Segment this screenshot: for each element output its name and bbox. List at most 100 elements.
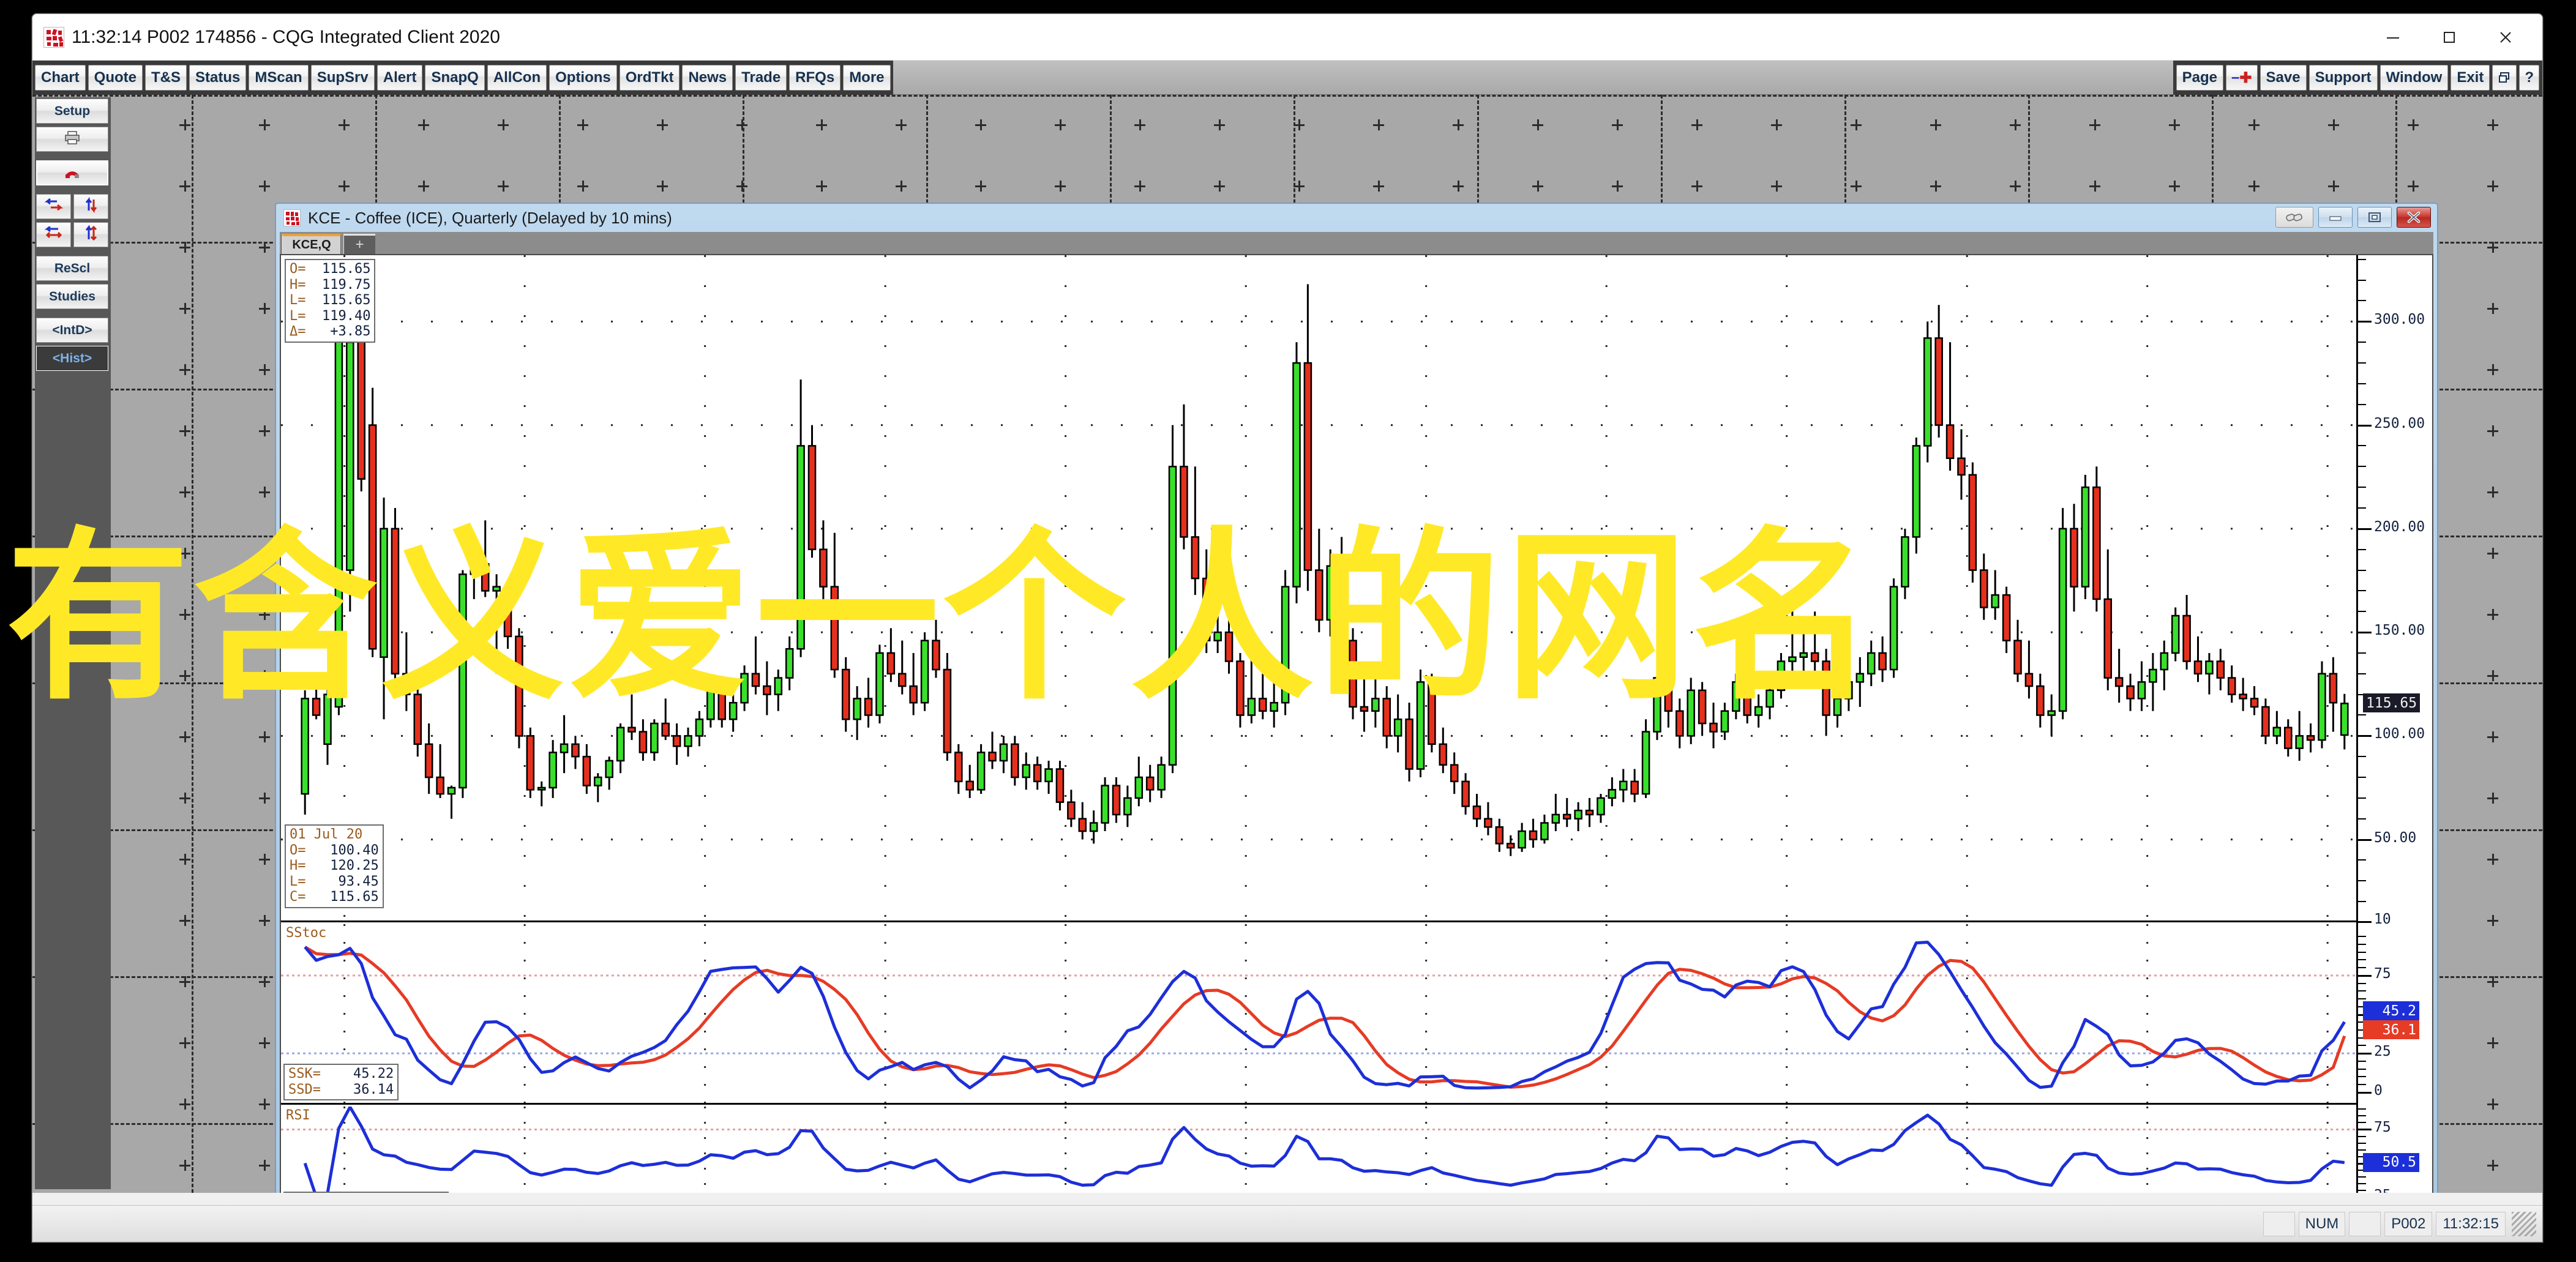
- desktop-grid-mark: [259, 854, 270, 865]
- toolbar-button-chart[interactable]: Chart: [35, 65, 86, 91]
- sidebar-item-intraday[interactable]: <IntD>: [36, 318, 108, 343]
- toolbar-button-quote[interactable]: Quote: [88, 65, 143, 91]
- close-icon[interactable]: [2397, 207, 2431, 228]
- price-axis-minor-tick: [2358, 652, 2366, 654]
- chart-canvas[interactable]: O= 115.65 H= 119.75 L= 115.65 L= 119.40 …: [280, 254, 2433, 1193]
- rsi-axis-minor-tick: [2358, 1176, 2366, 1178]
- desktop-grid-mark: [2089, 181, 2100, 192]
- toolbar-button-more[interactable]: More: [843, 65, 891, 91]
- zoom-minus-plus-icon[interactable]: – ✚: [2226, 65, 2258, 91]
- status-cell-blank-2: [2349, 1211, 2381, 1236]
- price-axis-minor-tick: [2358, 445, 2366, 447]
- sidebar-item-scroll-vertical[interactable]: [73, 194, 108, 219]
- desktop-grid-mark: [1771, 119, 1782, 130]
- desktop-grid-mark: [2089, 119, 2100, 130]
- sidebar-item-rescl[interactable]: ReScl: [36, 256, 108, 281]
- desktop-grid-mark: [2487, 181, 2498, 192]
- desktop-grid-mark: [1453, 181, 1464, 192]
- cqg-logo-icon: [283, 209, 301, 226]
- desktop-grid-mark: [2328, 181, 2339, 192]
- price-axis-tick: [2358, 632, 2372, 634]
- desktop-grid-mark: [2487, 609, 2498, 620]
- toolbar-button-support[interactable]: Support: [2308, 65, 2378, 91]
- price-axis[interactable]: 300.00 250.00 200.00 150.00 100.00 50.00 10 115…: [2356, 255, 2432, 1193]
- toolbar-button-trade[interactable]: Trade: [735, 65, 787, 91]
- sidebar-item-historical[interactable]: <Hist>: [36, 346, 108, 371]
- sidebar-item-setup[interactable]: Setup: [36, 99, 108, 124]
- price-axis-minor-tick: [2358, 466, 2366, 468]
- rsi-axis-minor-tick: [2358, 1135, 2366, 1137]
- toolbar-button-options[interactable]: Options: [549, 65, 617, 91]
- desktop-grid-mark: [259, 548, 270, 559]
- stochastic-panel-label: SStoc: [286, 925, 327, 941]
- sidebar-item-compress-vertical[interactable]: [73, 222, 108, 247]
- toolbar-button-exit[interactable]: Exit: [2451, 65, 2490, 91]
- desktop-grid-mark: [259, 425, 270, 436]
- toolbar-button-rfqs[interactable]: RFQs: [789, 65, 841, 91]
- cursor-high-label: H=: [290, 858, 306, 874]
- restore-icon[interactable]: [2357, 207, 2392, 228]
- link-icon[interactable]: [2275, 207, 2313, 228]
- rsi-axis-minor-tick: [2358, 1142, 2366, 1144]
- price-axis-minor-tick: [2358, 673, 2366, 674]
- resize-grip[interactable]: [2512, 1211, 2536, 1236]
- cascade-windows-icon[interactable]: [2492, 65, 2517, 91]
- price-plot-panel[interactable]: O= 115.65 H= 119.75 L= 115.65 L= 119.40 …: [281, 255, 2356, 922]
- stochastic-axis-minor-tick: [2358, 1083, 2366, 1085]
- toolbar-button-ts[interactable]: T&S: [145, 65, 187, 91]
- quote-low-label: L=: [290, 293, 306, 308]
- toolbar-right-group: Page – ✚ Save Support Window Exit ?: [2173, 61, 2542, 95]
- maximize-icon[interactable]: [2421, 18, 2477, 57]
- chart-tab-strip: KCE,Q +: [280, 232, 2433, 254]
- sidebar-item-print[interactable]: [36, 127, 108, 152]
- toolbar-button-supsrv[interactable]: SupSrv: [310, 65, 375, 91]
- toolbar-button-snapq[interactable]: SnapQ: [425, 65, 485, 91]
- ssd-label: SSD=: [288, 1081, 321, 1097]
- add-chart-tab-button[interactable]: +: [343, 234, 375, 254]
- desktop-grid-mark: [259, 915, 270, 926]
- cursor-close-value: 115.65: [330, 889, 379, 905]
- rsi-axis-label: 25: [2374, 1187, 2391, 1193]
- stochastic-axis-minor-tick: [2358, 1060, 2366, 1062]
- chart-tab-kce-q[interactable]: KCE,Q: [282, 234, 341, 254]
- desktop-grid-mark: [179, 425, 190, 436]
- help-icon[interactable]: ?: [2519, 65, 2539, 91]
- sidebar-item-compress-horizontal[interactable]: [36, 222, 71, 247]
- toolbar-button-save[interactable]: Save: [2260, 65, 2307, 91]
- toolbar-button-allcon[interactable]: AllCon: [487, 65, 547, 91]
- desktop-grid-mark: [657, 181, 668, 192]
- minimize-icon[interactable]: [2318, 207, 2353, 228]
- toolbar-button-status[interactable]: Status: [189, 65, 247, 91]
- desktop-grid-mark: [1453, 119, 1464, 130]
- chart-window-title-bar[interactable]: KCE - Coffee (ICE), Quarterly (Delayed b…: [276, 204, 2437, 232]
- mdi-client-area: Setup ReScl Studies <IntD> <Hist> KCE - …: [32, 95, 2542, 1193]
- desktop-grid-mark: [1373, 119, 1384, 130]
- toolbar-button-news[interactable]: News: [682, 65, 733, 91]
- quote-delta-label: Δ=: [290, 324, 306, 340]
- desktop-grid-mark: [975, 119, 986, 130]
- quote-last-value: 119.40: [322, 308, 371, 324]
- arrows-horizontal-compress-icon: [44, 225, 63, 244]
- sidebar-item-scroll-horizontal[interactable]: [36, 194, 71, 219]
- sidebar-item-magnet[interactable]: [36, 160, 108, 185]
- toolbar-button-page[interactable]: Page: [2176, 65, 2224, 91]
- toolbar-button-mscan[interactable]: MScan: [249, 65, 309, 91]
- sidebar-row-arrows-1: [36, 194, 110, 222]
- desktop-grid-mark: [2487, 487, 2498, 498]
- status-cell-blank-1: [2263, 1211, 2295, 1236]
- rsi-plot-panel[interactable]: RSI: [281, 1107, 2356, 1193]
- close-icon[interactable]: [2477, 18, 2534, 57]
- minimize-icon[interactable]: [2365, 18, 2421, 57]
- desktop-grid-mark: [1851, 119, 1862, 130]
- desktop-grid-mark: [179, 1037, 190, 1048]
- stochastic-plot-panel[interactable]: SStoc SSK= 45.22 SSD= 36.14: [281, 924, 2356, 1105]
- toolbar-button-ordtkt[interactable]: OrdTkt: [619, 65, 680, 91]
- price-axis-minor-tick: [2358, 279, 2366, 281]
- sidebar-item-studies[interactable]: Studies: [36, 284, 108, 309]
- toolbar-button-window[interactable]: Window: [2379, 65, 2449, 91]
- rsi-axis-tick: [2358, 1129, 2372, 1131]
- toolbar-button-alert[interactable]: Alert: [376, 65, 423, 91]
